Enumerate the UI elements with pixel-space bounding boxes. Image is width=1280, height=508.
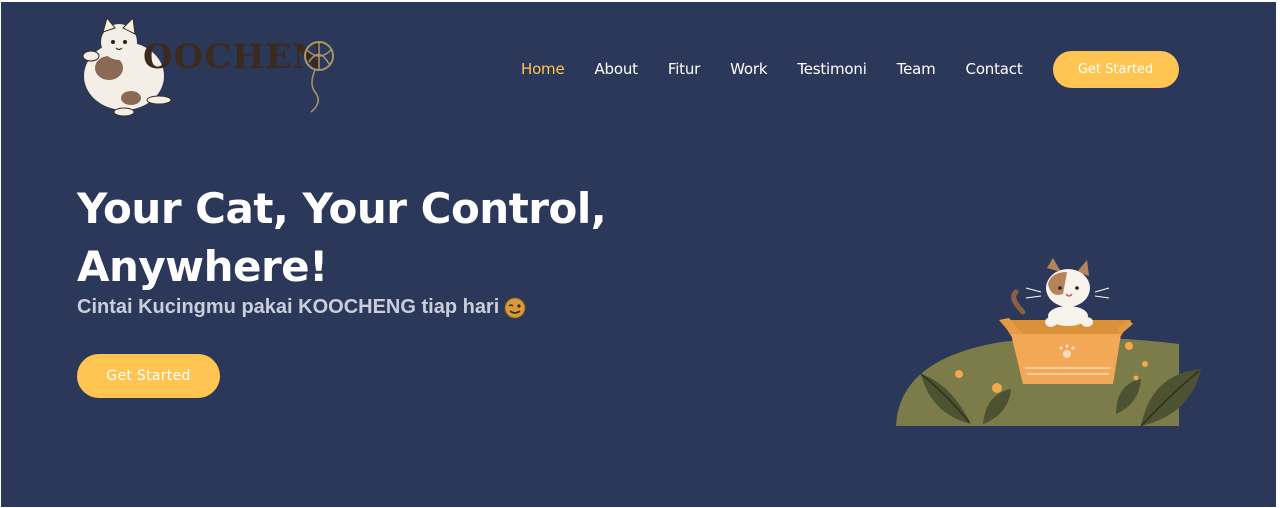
hero-subtitle: Cintai Kucingmu pakai KOOCHENG tiap hari [77, 296, 526, 319]
nav-work[interactable]: Work [730, 60, 767, 78]
hero-title-line1: Your Cat, Your Control, [77, 184, 607, 233]
brand-logo[interactable]: OOCHEN [79, 16, 341, 118]
main-nav: Home About Fitur Work Testimoni Team Con… [521, 50, 1179, 88]
hero-get-started-button[interactable]: Get Started [77, 354, 220, 398]
nav-contact[interactable]: Contact [966, 60, 1023, 78]
hero-title: Your Cat, Your Control, Anywhere! [77, 180, 697, 296]
hero-title-line2: Anywhere! [77, 242, 328, 291]
nav-testimoni[interactable]: Testimoni [797, 60, 867, 78]
hero-subtitle-text: Cintai Kucingmu pakai KOOCHENG tiap hari [77, 296, 500, 318]
nav-about[interactable]: About [595, 60, 639, 78]
nav-fitur[interactable]: Fitur [668, 60, 700, 78]
header-get-started-button[interactable]: Get Started [1052, 50, 1179, 88]
nav-home[interactable]: Home [521, 60, 565, 78]
page-frame: OOCHEN Home About Fitur Work Testimoni T… [1, 2, 1276, 507]
nav-team[interactable]: Team [897, 60, 936, 78]
svg-text:OOCHEN: OOCHEN [143, 37, 324, 77]
winking-face-icon [504, 297, 526, 318]
cat-in-box-illustration [896, 258, 1201, 427]
